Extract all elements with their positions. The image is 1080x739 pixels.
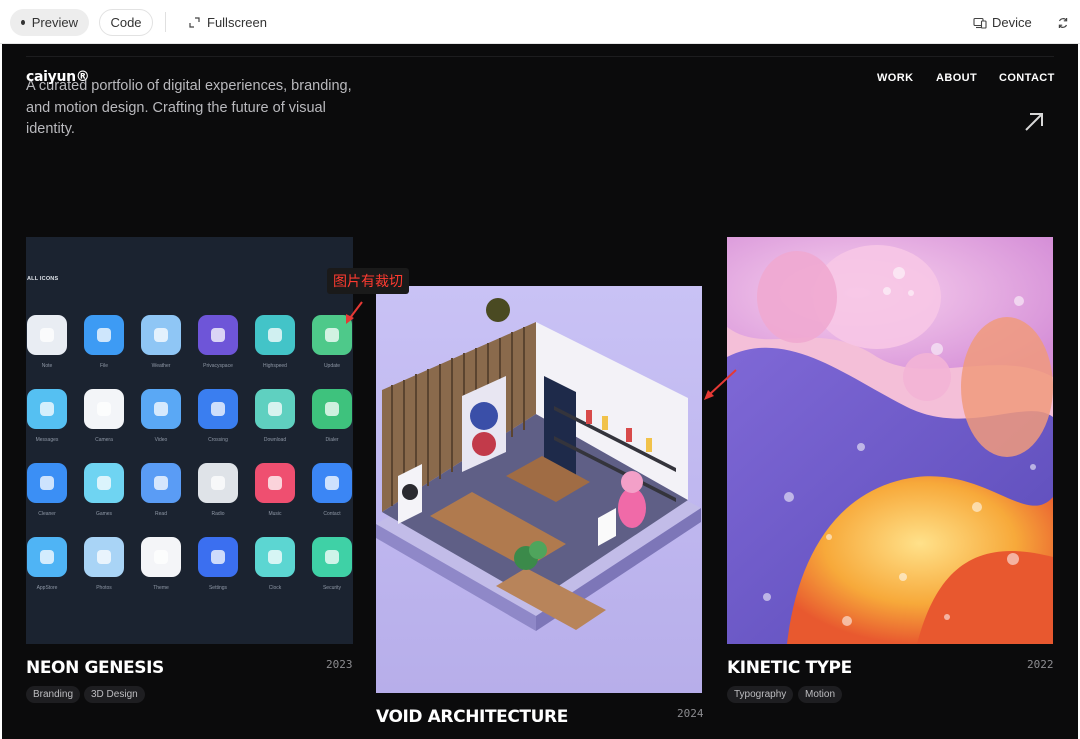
refresh-icon (1058, 17, 1068, 28)
fullscreen-button[interactable]: Fullscreen (178, 9, 278, 36)
fullscreen-label: Fullscreen (207, 15, 267, 30)
device-button[interactable]: Device (962, 9, 1038, 36)
code-label: Code (110, 15, 142, 30)
preview-canvas: A curated portfolio of digital experienc… (2, 44, 1078, 739)
code-tab[interactable]: Code (99, 9, 153, 36)
active-dot-icon (21, 20, 25, 25)
editor-toolbar: Preview Code Fullscreen Device (0, 0, 1080, 44)
expand-icon (189, 17, 200, 28)
annotation-arrows (346, 301, 737, 400)
refresh-button[interactable] (1050, 9, 1076, 36)
preview-label: Preview (31, 15, 78, 30)
device-label: Device (992, 15, 1032, 30)
preview-tab[interactable]: Preview (10, 9, 89, 36)
toolbar-divider (165, 12, 166, 32)
devices-icon (973, 17, 987, 29)
